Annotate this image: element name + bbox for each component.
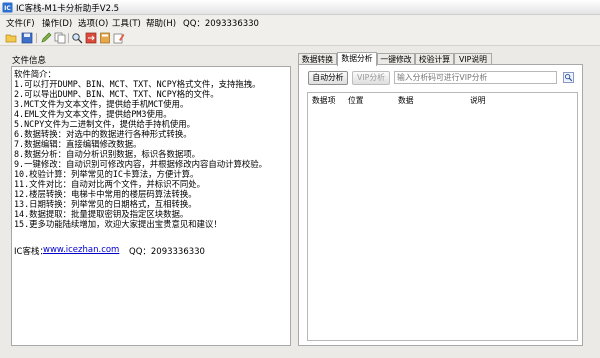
info-line: 9.一键修改：自动识别可修改内容，并根据修改内容自动计算校验。 — [14, 159, 267, 169]
column-header[interactable]: 说明 — [470, 95, 486, 106]
window-title: IC客栈-M1卡分析助手V2.5 — [16, 4, 120, 14]
file-info-panel[interactable]: 软件简介： 1.可以打开DUMP、BIN、MCT、TXT、NCPY格式文件，支持… — [11, 66, 291, 346]
calculator-icon[interactable] — [99, 32, 111, 44]
app-icon: IC — [2, 2, 13, 13]
menu-file[interactable]: 文件(F) — [6, 17, 35, 29]
toolbar-separator — [36, 33, 37, 43]
file-info-header: 文件信息 — [12, 56, 47, 66]
table-header: 数据项 位置 数据 说明 — [308, 93, 577, 105]
info-line: 6.数据转换：对选中的数据进行各种形式转换。 — [14, 129, 192, 139]
column-header[interactable]: 数据项 — [312, 95, 335, 106]
menu-bar: 文件(F) 操作(D) 选项(O) 工具(T) 帮助(H) QQ：2093336… — [0, 15, 600, 30]
info-line: 5.NCPY文件为二进制文件，提供给手持机使用。 — [14, 119, 196, 129]
column-header[interactable]: 位置 — [348, 95, 364, 106]
info-line: 2.可以导出DUMP、BIN、MCT、TXT、NCPY格的文件。 — [14, 89, 219, 99]
toolbar-separator — [68, 33, 69, 43]
analysis-panel: 自动分析 VIP分析 数据项 位置 数据 说明 — [298, 64, 583, 346]
convert-icon[interactable] — [85, 32, 97, 44]
edit-data-icon[interactable] — [113, 32, 125, 44]
toolbar — [0, 30, 600, 46]
vip-code-input[interactable] — [394, 71, 557, 84]
vip-analyze-button[interactable]: VIP分析 — [352, 71, 390, 85]
info-line: 8.数据分析：自动分析识别数据，标识各数据项。 — [14, 149, 200, 159]
auto-analyze-button[interactable]: 自动分析 — [308, 71, 348, 85]
site-link[interactable]: www.icezhan.com — [43, 245, 119, 255]
open-folder-icon[interactable] — [5, 32, 17, 44]
tab-data-analysis[interactable]: 数据分析 — [337, 52, 377, 66]
menu-qq-text: QQ：2093336330 — [183, 19, 259, 29]
analysis-results-table[interactable]: 数据项 位置 数据 说明 — [307, 92, 578, 341]
info-line: 12.楼层转换：电梯卡中常用的楼层码算法转换。 — [14, 189, 197, 199]
menu-operate[interactable]: 操作(D) — [42, 17, 72, 29]
info-line: 软件简介： — [14, 69, 56, 79]
save-icon[interactable] — [21, 32, 33, 44]
svg-text:IC: IC — [4, 5, 11, 12]
info-line: 7.数据编辑：直接编辑修改数据。 — [14, 139, 142, 149]
menu-options[interactable]: 选项(O) — [78, 17, 108, 29]
search-icon[interactable] — [71, 32, 83, 44]
site-qq: QQ：2093336330 — [129, 247, 205, 257]
info-line: 13.日期转换：列举常见的日期格式，互相转换。 — [14, 199, 197, 209]
menu-help[interactable]: 帮助(H) — [146, 17, 176, 29]
edit-icon[interactable] — [40, 32, 52, 44]
info-line: 3.MCT文件为文本文件，提供给手机MCT使用。 — [14, 99, 189, 109]
info-line: 15.更多功能陆续增加，欢迎大家提出宝贵意见和建议！ — [14, 219, 222, 229]
title-bar: IC IC客栈-M1卡分析助手V2.5 — [0, 0, 600, 15]
vip-search-icon[interactable] — [563, 72, 574, 83]
copy-icon[interactable] — [54, 32, 66, 44]
column-header[interactable]: 数据 — [398, 95, 414, 106]
info-line: 11.文件对比：自动对比两个文件，并标识不同处。 — [14, 179, 205, 189]
info-line: 14.数据提取：批量提取密钥及指定区块数据。 — [14, 209, 189, 219]
info-line: 1.可以打开DUMP、BIN、MCT、TXT、NCPY格式文件，支持拖拽。 — [14, 79, 261, 89]
info-line: 4.EML文件为文本文件，提供给PM3使用。 — [14, 109, 172, 119]
menu-tools[interactable]: 工具(T) — [112, 17, 141, 29]
info-line: 10.校验计算：列举常见的IC卡算法，方便计算。 — [14, 169, 199, 179]
